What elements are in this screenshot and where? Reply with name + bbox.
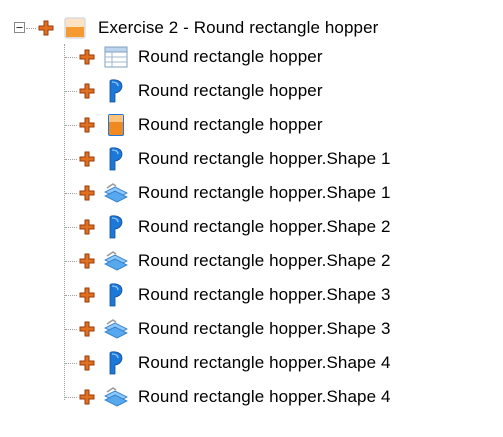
tree-connector bbox=[65, 125, 77, 126]
plus-icon bbox=[79, 253, 95, 269]
blue-part-icon bbox=[109, 147, 123, 171]
collapse-toggle-icon[interactable] bbox=[14, 22, 25, 33]
tree-connector bbox=[65, 397, 77, 398]
tree-child-node[interactable]: Round rectangle hopper bbox=[79, 110, 323, 140]
plus-icon bbox=[79, 49, 95, 65]
tree-connector bbox=[65, 227, 77, 228]
blue-part-icon bbox=[109, 351, 123, 375]
plus-icon bbox=[79, 287, 95, 303]
tree-connector bbox=[65, 295, 77, 296]
sheet-metal-icon bbox=[104, 251, 128, 271]
tree-child-label: Round rectangle hopper bbox=[138, 81, 323, 100]
tree-connector bbox=[26, 28, 36, 29]
tree-child-node[interactable]: Round rectangle hopper.Shape 2 bbox=[79, 246, 391, 276]
blue-part-icon bbox=[109, 215, 123, 239]
plus-icon bbox=[79, 321, 95, 337]
plus-icon bbox=[38, 20, 54, 36]
blue-part-icon bbox=[109, 283, 123, 307]
tree-connector bbox=[65, 329, 77, 330]
tree-child-label: Round rectangle hopper.Shape 2 bbox=[138, 217, 391, 236]
plus-icon bbox=[79, 389, 95, 405]
tree-child-label: Round rectangle hopper.Shape 3 bbox=[138, 319, 391, 338]
tree-child-node[interactable]: Round rectangle hopper bbox=[79, 42, 323, 72]
tree-child-label: Round rectangle hopper.Shape 3 bbox=[138, 285, 391, 304]
table-icon bbox=[104, 46, 128, 68]
tree-connector bbox=[65, 261, 77, 262]
tree-connector bbox=[65, 91, 77, 92]
tree-child-node[interactable]: Round rectangle hopper.Shape 4 bbox=[79, 348, 391, 378]
tree-child-label: Round rectangle hopper bbox=[138, 47, 323, 66]
tree-connector bbox=[65, 159, 77, 160]
tree-child-node[interactable]: Round rectangle hopper.Shape 4 bbox=[79, 382, 391, 412]
tree-root-node[interactable]: Exercise 2 - Round rectangle hopper bbox=[38, 13, 378, 43]
tree-root-label: Exercise 2 - Round rectangle hopper bbox=[98, 18, 379, 37]
plus-icon bbox=[79, 117, 95, 133]
tree-child-node[interactable]: Round rectangle hopper.Shape 1 bbox=[79, 144, 391, 174]
tree-child-node[interactable]: Round rectangle hopper.Shape 1 bbox=[79, 178, 391, 208]
tree-child-label: Round rectangle hopper.Shape 1 bbox=[138, 149, 391, 168]
plus-icon bbox=[79, 83, 95, 99]
tree-child-node[interactable]: Round rectangle hopper bbox=[79, 76, 323, 106]
tree-child-node[interactable]: Round rectangle hopper.Shape 2 bbox=[79, 212, 391, 242]
tree-child-label: Round rectangle hopper bbox=[138, 115, 323, 134]
tree-child-label: Round rectangle hopper.Shape 1 bbox=[138, 183, 391, 202]
tree-child-label: Round rectangle hopper.Shape 2 bbox=[138, 251, 391, 270]
sheet-metal-icon bbox=[104, 387, 128, 407]
tree-child-node[interactable]: Round rectangle hopper.Shape 3 bbox=[79, 314, 391, 344]
orange-part-icon bbox=[108, 114, 124, 136]
blue-part-icon bbox=[109, 79, 123, 103]
plus-icon bbox=[79, 219, 95, 235]
tree-view: Exercise 2 - Round rectangle hopper Roun… bbox=[0, 0, 503, 437]
plus-icon bbox=[79, 185, 95, 201]
plus-icon bbox=[79, 355, 95, 371]
sheet-metal-icon bbox=[104, 319, 128, 339]
tree-child-label: Round rectangle hopper.Shape 4 bbox=[138, 387, 391, 406]
tree-trunk-line bbox=[64, 44, 65, 400]
tree-connector bbox=[65, 193, 77, 194]
plus-icon bbox=[79, 151, 95, 167]
tree-child-label: Round rectangle hopper.Shape 4 bbox=[138, 353, 391, 372]
part-folder-icon bbox=[64, 17, 86, 39]
tree-connector bbox=[65, 363, 77, 364]
tree-connector bbox=[65, 57, 77, 58]
sheet-metal-icon bbox=[104, 183, 128, 203]
tree-child-node[interactable]: Round rectangle hopper.Shape 3 bbox=[79, 280, 391, 310]
